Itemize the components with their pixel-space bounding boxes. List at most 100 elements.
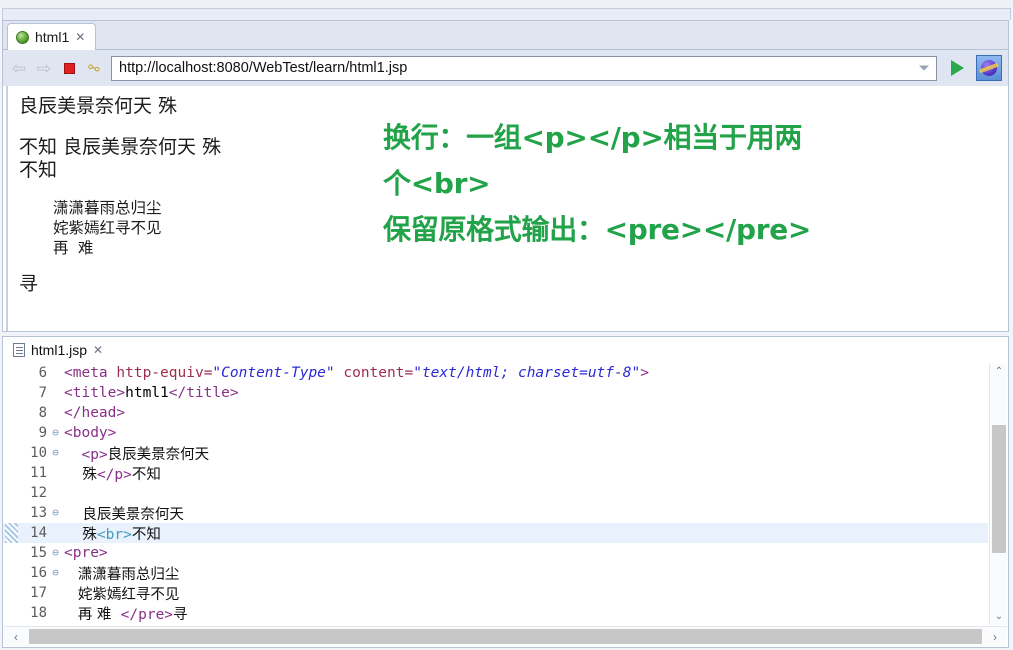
line-number: 6 <box>38 365 47 381</box>
close-icon[interactable]: ✕ <box>75 31 85 43</box>
code-line[interactable]: 8 </head> <box>3 403 988 423</box>
forward-button[interactable]: ⇨ <box>34 58 54 78</box>
code-line-text: <meta http-equiv="Content-Type" content=… <box>62 365 649 381</box>
code-line[interactable]: 17 姹紫嫣红寻不见 <box>3 583 988 603</box>
code-line[interactable]: 9 ⊖ <body> <box>3 423 988 443</box>
annotation-line-1: 换行：一组<p></p>相当于用两 <box>383 121 803 154</box>
code-token: 不知 <box>131 526 161 543</box>
browser-toolbar: ⇦ ⇨ ⚯ http://localhost:8080/WebTest/lear… <box>3 50 1008 86</box>
annotation-line-3: 保留原格式输出：<pre></pre> <box>383 213 812 246</box>
code-line[interactable]: 15 ⊖ <pre> <box>3 543 988 563</box>
code-token: content= <box>334 365 414 381</box>
horizontal-scroll-thumb[interactable] <box>29 629 982 644</box>
code-line-text: <body> <box>62 425 116 441</box>
code-token: <meta <box>64 365 117 381</box>
back-button[interactable]: ⇦ <box>9 58 29 78</box>
code-line-text: 良辰美景奈何天 <box>62 503 184 524</box>
code-line[interactable]: 12 <box>3 483 988 503</box>
code-token: > <box>640 365 649 381</box>
code-token: "text/html; charset=utf-8" <box>413 365 641 381</box>
line-number: 8 <box>38 405 47 421</box>
current-line-gutter-marker <box>5 523 18 543</box>
code-line[interactable]: 6 <meta http-equiv="Content-Type" content… <box>3 363 988 383</box>
fold-toggle-icon[interactable]: ⊖ <box>49 423 62 443</box>
open-external-browser-button[interactable] <box>976 55 1002 81</box>
window-top-strip <box>0 0 1013 8</box>
vertical-scroll-thumb[interactable] <box>992 425 1006 553</box>
code-token: </p> <box>96 466 132 483</box>
chevron-down-icon[interactable] <box>919 65 929 71</box>
url-input[interactable]: http://localhost:8080/WebTest/learn/html… <box>112 60 407 76</box>
window-title-bar <box>2 8 1011 26</box>
editor-horizontal-scrollbar[interactable]: ‹ › <box>4 626 1007 646</box>
editor-tab-label: html1.jsp <box>31 341 88 358</box>
line-number: 7 <box>38 385 47 401</box>
code-line[interactable]: 10 ⊖ <p>良辰美景奈何天 <box>3 443 988 463</box>
code-token: 再 难 <box>64 606 121 623</box>
code-line[interactable]: 16 ⊖ 潇潇暮雨总归尘 <box>3 563 988 583</box>
code-token: </head> <box>64 405 126 421</box>
rendered-trailing-text: 寻 <box>19 273 39 295</box>
line-number: 15 <box>30 545 47 561</box>
code-line-text: 再 难 </pre>寻 <box>62 603 188 624</box>
code-token: 不知 <box>131 466 161 483</box>
scroll-down-icon[interactable]: ⌄ <box>990 608 1008 625</box>
code-line[interactable]: 14 殊<br>不知 <box>3 523 988 543</box>
line-number: 13 <box>30 505 47 521</box>
refresh-button[interactable]: ⚯ <box>84 58 104 78</box>
code-token: <pre> <box>64 545 108 561</box>
code-line-text: </head> <box>62 405 125 421</box>
code-line[interactable]: 7 <title>html1</title> <box>3 383 988 403</box>
editor-tab-html1-jsp[interactable]: html1.jsp ✕ <box>8 338 112 363</box>
scroll-up-icon[interactable]: ⌃ <box>990 363 1008 380</box>
browser-tab-html1[interactable]: html1 ✕ <box>7 23 97 51</box>
external-browser-icon <box>981 60 997 76</box>
code-token: <body> <box>64 425 117 441</box>
code-token: "Content-Type" <box>212 365 335 381</box>
close-icon[interactable]: ✕ <box>93 344 103 356</box>
fold-toggle-icon[interactable]: ⊖ <box>49 503 62 523</box>
fold-toggle-icon[interactable]: ⊖ <box>49 563 62 583</box>
editor-tab-strip: html1.jsp ✕ <box>3 337 1008 363</box>
line-number: 12 <box>30 485 47 501</box>
go-button[interactable] <box>946 56 968 80</box>
stop-icon <box>63 62 75 74</box>
annotation-line-2: 个<br> <box>383 167 491 200</box>
code-line-text: 殊</p>不知 <box>62 463 161 484</box>
code-token: 殊 <box>64 526 97 543</box>
scroll-left-icon[interactable]: ‹ <box>4 628 28 646</box>
code-token: <title> <box>64 385 126 401</box>
code-lines-container: 6 <meta http-equiv="Content-Type" content… <box>3 363 988 625</box>
line-number: 16 <box>30 565 47 581</box>
file-icon <box>13 342 25 357</box>
scroll-right-icon[interactable]: › <box>983 628 1007 646</box>
line-number: 18 <box>30 605 47 621</box>
stop-button[interactable] <box>59 58 79 78</box>
play-icon <box>950 60 964 76</box>
code-line[interactable]: 18 再 难 </pre>寻 <box>3 603 988 623</box>
rendered-body-line-1: 不知 良辰美景奈何天 殊 <box>19 136 222 158</box>
code-token: 良辰美景奈何天 <box>64 506 184 523</box>
internal-browser-panel: html1 ✕ ⇦ ⇨ ⚯ http://localhost:8080/WebT… <box>2 20 1009 332</box>
arrow-left-icon: ⇦ <box>11 58 27 78</box>
line-number: 9 <box>38 425 47 441</box>
code-line-text: 潇潇暮雨总归尘 <box>62 563 180 584</box>
code-token: 殊 <box>64 466 97 483</box>
code-line[interactable]: 13 ⊖ 良辰美景奈何天 <box>3 503 988 523</box>
code-line-text: <pre> <box>62 545 108 561</box>
rendered-pre-line-3: 再 难 <box>53 239 94 257</box>
rendered-pre-line-1: 潇潇暮雨总归尘 <box>53 199 162 217</box>
code-line[interactable]: 11 殊</p>不知 <box>3 463 988 483</box>
code-editor-area[interactable]: 6 <meta http-equiv="Content-Type" content… <box>3 363 1008 625</box>
code-line-text: 姹紫嫣红寻不见 <box>62 583 180 604</box>
fold-toggle-icon[interactable]: ⊖ <box>49 543 62 563</box>
rendered-pre-line-2: 姹紫嫣红寻不见 <box>53 219 162 237</box>
rendered-page-content: 良辰美景奈何天 殊 不知 良辰美景奈何天 殊 不知 潇潇暮雨总归尘 姹紫嫣红寻不… <box>3 86 1008 331</box>
code-token: 姹紫嫣红寻不见 <box>64 586 180 603</box>
url-combobox[interactable]: http://localhost:8080/WebTest/learn/html… <box>111 55 937 81</box>
code-token: 潇潇暮雨总归尘 <box>64 566 180 583</box>
editor-vertical-scrollbar[interactable]: ⌃ ⌄ <box>989 363 1007 625</box>
fold-toggle-icon[interactable]: ⊖ <box>49 443 62 463</box>
browser-tab-label: html1 <box>35 29 70 45</box>
